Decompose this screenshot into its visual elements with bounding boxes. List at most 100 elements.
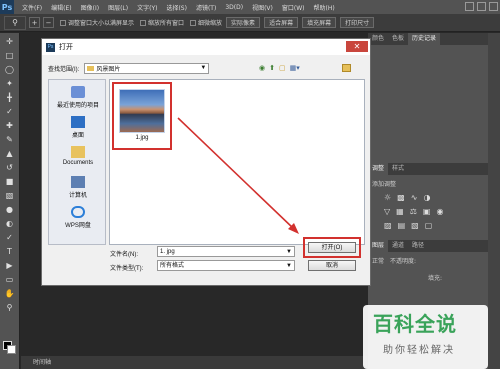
balance-icon[interactable]: ⚖ <box>410 207 417 216</box>
place-documents[interactable]: Documents <box>49 146 107 166</box>
hue-icon[interactable]: ▦ <box>396 207 404 216</box>
up-folder-icon[interactable]: ⬆ <box>269 64 275 72</box>
photo-filter-icon[interactable]: ◉ <box>436 207 443 216</box>
actual-pixels-button[interactable]: 实际像素 <box>226 17 261 28</box>
computer-icon <box>71 176 85 188</box>
timeline-bar[interactable]: 时间轴 <box>21 356 367 369</box>
maximize-icon[interactable] <box>477 2 486 11</box>
gradient-tool-icon[interactable]: ▧ <box>3 190 17 201</box>
toolbox: ✛ □ ◯ ✦ ╋ ✓ ✚ ✎ ▲ ↺ ■ ▧ ● ◐ ✓ T ▶ ▭ ✋ ⚲ <box>0 33 20 369</box>
bw-icon[interactable]: ▣ <box>423 207 431 216</box>
filename-label: 文件名(N): <box>110 252 138 258</box>
menu-file[interactable]: 文件(F) <box>22 3 42 12</box>
menu-image[interactable]: 图像(I) <box>81 3 99 12</box>
tab-color[interactable]: 颜色 <box>368 33 388 45</box>
lasso-tool-icon[interactable]: ◯ <box>3 64 17 75</box>
menu-help[interactable]: 帮助(H) <box>314 3 335 12</box>
color-panel-tabs: 颜色 色板 历史记录 <box>368 33 488 45</box>
stamp-tool-icon[interactable]: ▲ <box>3 148 17 159</box>
tab-layers[interactable]: 图层 <box>368 240 389 252</box>
look-in-select[interactable]: 风景图片 ▼ <box>84 63 210 74</box>
zoom-tool-icon[interactable]: ⚲ <box>3 302 17 313</box>
dialog-titlebar: Ps 打开 <box>42 39 370 55</box>
background-color-swatch[interactable] <box>7 345 16 354</box>
posterize-icon[interactable]: ▤ <box>398 221 406 230</box>
new-folder-button-icon[interactable] <box>342 64 351 72</box>
tab-styles[interactable]: 样式 <box>388 163 408 175</box>
levels-icon[interactable]: ▩ <box>397 193 405 202</box>
blur-tool-icon[interactable]: ● <box>3 204 17 215</box>
file-name: 1.jpg <box>135 135 149 141</box>
pen-tool-icon[interactable]: ✓ <box>3 232 17 243</box>
watermark-title: 百科全说 <box>373 312 457 336</box>
menu-view[interactable]: 视图(V) <box>252 3 273 12</box>
dialog-close-button[interactable]: ✕ <box>346 41 368 52</box>
menu-edit[interactable]: 编辑(E) <box>51 3 71 12</box>
curves-icon[interactable]: ∿ <box>411 193 418 202</box>
place-desktop[interactable]: 桌面 <box>49 116 107 139</box>
threshold-icon[interactable]: ▧ <box>411 221 419 230</box>
adjust-icons-row-2: ▽ ▦ ⚖ ▣ ◉ <box>368 207 488 216</box>
quick-select-tool-icon[interactable]: ✦ <box>3 78 17 89</box>
filename-input[interactable]: 1. jpg ▼ <box>157 246 295 257</box>
landscape-thumbnail <box>119 89 165 133</box>
brush-tool-icon[interactable]: ✎ <box>3 134 17 145</box>
menu-filter[interactable]: 滤镜(T) <box>196 3 216 12</box>
exposure-icon[interactable]: ◑ <box>423 193 430 202</box>
fill-screen-button[interactable]: 填充屏幕 <box>302 17 337 28</box>
tab-channels[interactable]: 通道 <box>388 240 408 252</box>
scrubby-zoom-checkbox[interactable]: 细微缩放 <box>190 18 222 27</box>
menu-window[interactable]: 窗口(W) <box>282 3 305 12</box>
zoom-out-button[interactable]: − <box>43 17 54 28</box>
view-menu-icon[interactable]: ▦▾ <box>290 64 300 72</box>
open-button-highlight <box>303 237 361 258</box>
zoom-tool-icon[interactable]: ⚲ <box>4 15 26 30</box>
minimize-icon[interactable] <box>465 2 474 11</box>
desktop-icon <box>71 116 85 128</box>
marquee-tool-icon[interactable]: □ <box>3 50 17 61</box>
path-select-tool-icon[interactable]: ▶ <box>3 260 17 271</box>
history-brush-tool-icon[interactable]: ↺ <box>3 162 17 173</box>
zoom-in-button[interactable]: + <box>29 17 40 28</box>
type-tool-icon[interactable]: T <box>3 246 17 257</box>
tab-paths[interactable]: 路径 <box>408 240 428 252</box>
zoom-all-checkbox[interactable]: 缩放所有窗口 <box>140 18 184 27</box>
selective-color-icon[interactable]: ▢ <box>425 221 433 230</box>
invert-icon[interactable]: ▨ <box>384 221 392 230</box>
checkbox-icon <box>140 19 147 26</box>
tab-adjustments[interactable]: 调整 <box>368 163 389 175</box>
filetype-select[interactable]: 所有格式 ▼ <box>157 260 295 271</box>
vibrance-icon[interactable]: ▽ <box>384 207 390 216</box>
eraser-tool-icon[interactable]: ■ <box>3 176 17 187</box>
print-size-button[interactable]: 打印尺寸 <box>340 17 375 28</box>
close-icon[interactable] <box>489 2 498 11</box>
place-computer[interactable]: 计算机 <box>49 176 107 199</box>
place-wps-drive[interactable]: WPS网盘 <box>49 206 107 229</box>
chevron-down-icon: ▼ <box>200 65 207 71</box>
cancel-button[interactable]: 取消 <box>308 260 356 271</box>
menu-layer[interactable]: 图层(L) <box>108 3 128 12</box>
menu-3d[interactable]: 3D(D) <box>225 4 243 11</box>
new-folder-icon[interactable]: ▢ <box>279 64 286 72</box>
move-tool-icon[interactable]: ✛ <box>3 36 17 47</box>
place-recent[interactable]: 最近使用的项目 <box>49 86 107 109</box>
fit-screen-button[interactable]: 适合屏幕 <box>264 17 299 28</box>
menu-type[interactable]: 文字(Y) <box>137 3 157 12</box>
tab-swatches[interactable]: 色板 <box>388 33 408 45</box>
healing-tool-icon[interactable]: ✚ <box>3 120 17 131</box>
back-icon[interactable]: ◉ <box>259 64 265 72</box>
crop-tool-icon[interactable]: ╋ <box>3 92 17 103</box>
menu-select[interactable]: 选择(S) <box>166 3 187 12</box>
eyedropper-tool-icon[interactable]: ✓ <box>3 106 17 117</box>
hand-tool-icon[interactable]: ✋ <box>3 288 17 299</box>
file-item[interactable]: 1.jpg <box>112 82 172 150</box>
shape-tool-icon[interactable]: ▭ <box>3 274 17 285</box>
tab-history[interactable]: 历史记录 <box>408 33 441 45</box>
checkbox-icon <box>60 19 66 26</box>
resize-windows-checkbox[interactable]: 调整窗口大小以满屏显示 <box>60 18 134 27</box>
blend-mode-select[interactable]: 正常 <box>372 256 384 265</box>
layer-panel-tabs: 图层 通道 路径 <box>368 240 488 252</box>
brightness-icon[interactable]: ☼ <box>384 193 391 202</box>
dodge-tool-icon[interactable]: ◐ <box>3 218 17 229</box>
opacity-label: 不透明度: <box>390 258 417 265</box>
